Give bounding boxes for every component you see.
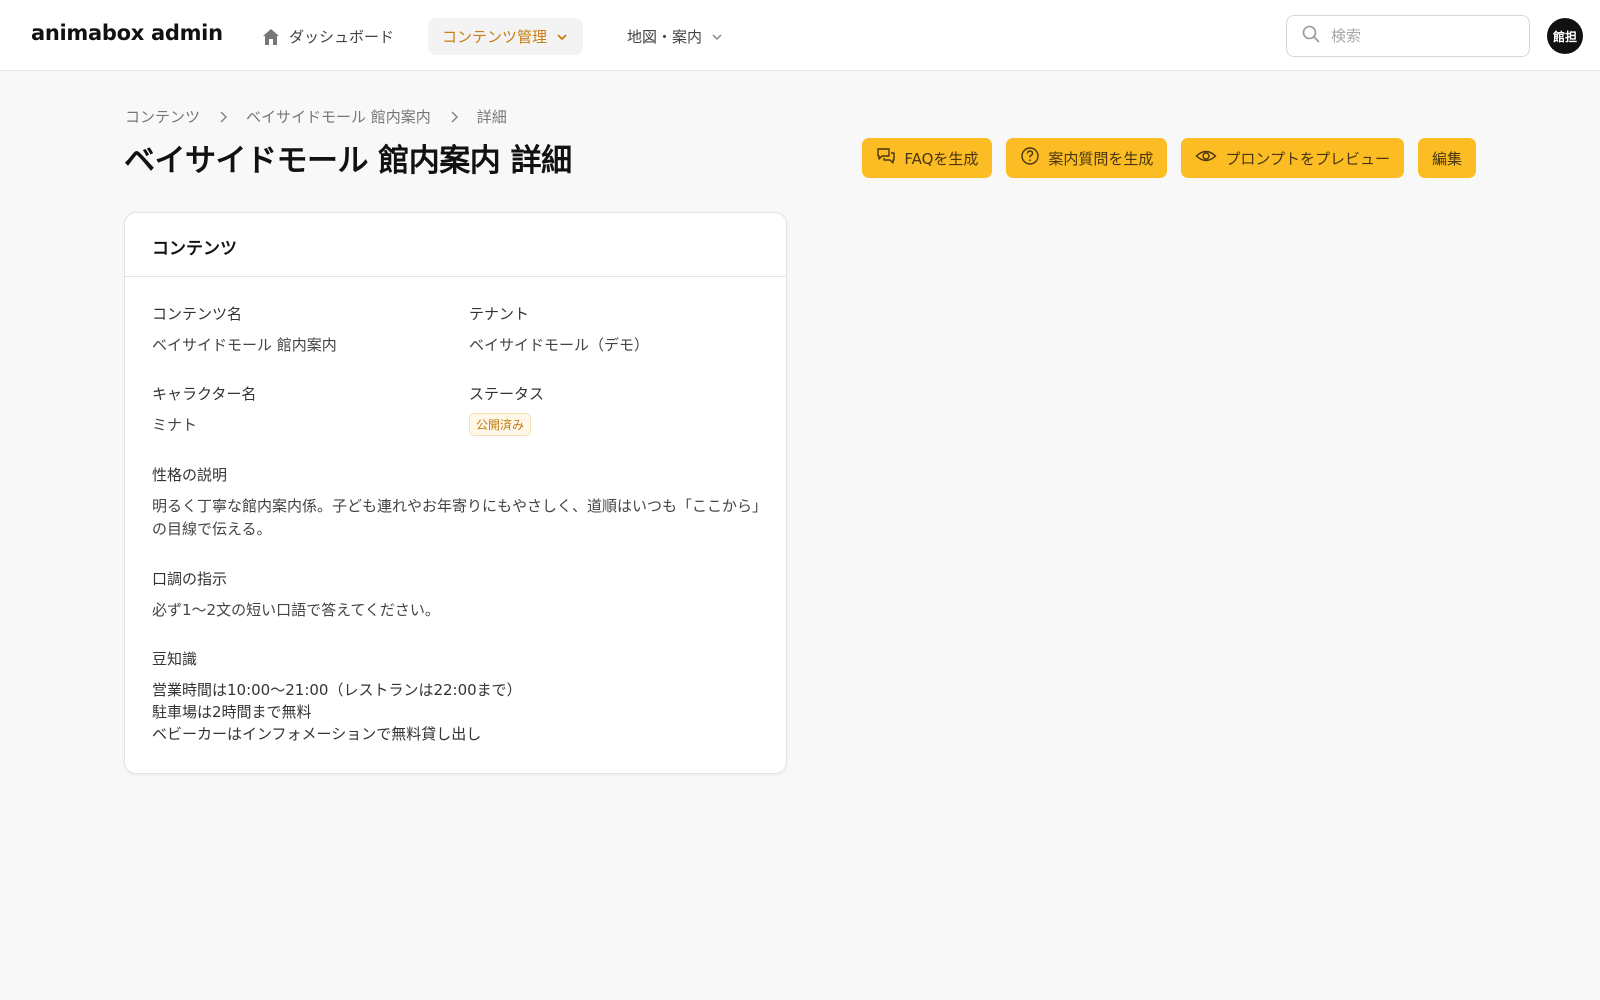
personality-label: 性格の説明 [152,466,228,484]
status-label: ステータス [469,385,545,403]
preview-prompt-label: プロンプトをプレビュー [1225,149,1390,168]
brand-logo[interactable]: animabox admin [31,21,223,45]
question-circle-icon [1020,146,1040,170]
trivia-item: 駐車場は2時間まで無料 [152,703,312,721]
tenant-label: テナント [469,305,530,323]
tenant-value: ベイサイドモール（デモ） [469,336,650,354]
character-field: キャラクター名 ミナト [152,383,452,437]
tenant-field: テナント ベイサイドモール（デモ） [469,303,769,357]
status-field: ステータス 公開済み [469,383,769,436]
personality-value: 明るく丁寧な館内案内係。子ども連れやお年寄りにもやさしく、道順はいつも「ここから… [152,497,760,538]
generate-questions-label: 案内質問を生成 [1048,149,1154,168]
nav-map-label: 地図・案内 [627,28,703,46]
breadcrumb-item-contents[interactable]: コンテンツ [125,106,200,127]
content-name-value: ベイサイドモール 館内案内 [152,336,337,354]
tone-label: 口調の指示 [152,570,228,588]
tone-value: 必ず1〜2文の短い口語で答えてください。 [152,601,440,619]
trivia-field: 豆知識 営業時間は10:00〜21:00（レストランは22:00まで） 駐車場は… [152,648,764,745]
generate-questions-button[interactable]: 案内質問を生成 [1006,138,1168,178]
chevron-down-icon [555,30,569,44]
chevron-right-icon [212,110,234,123]
personality-field: 性格の説明 明るく丁寧な館内案内係。子ども連れやお年寄りにもやさしく、道順はいつ… [152,464,764,541]
content-name-label: コンテンツ名 [152,305,243,323]
card-title: コンテンツ [125,213,786,277]
preview-prompt-button[interactable]: プロンプトをプレビュー [1181,138,1404,178]
breadcrumb-item-detail: 詳細 [476,108,507,126]
generate-faq-label: FAQを生成 [904,149,979,168]
home-icon [261,27,281,47]
content-name-field: コンテンツ名 ベイサイドモール 館内案内 [152,303,452,357]
generate-faq-button[interactable]: FAQを生成 [862,138,993,178]
chat-bubbles-icon [876,146,896,170]
status-badge: 公開済み [469,413,532,436]
nav-contents-management[interactable]: コンテンツ管理 [428,18,584,55]
trivia-label: 豆知識 [152,650,198,668]
action-toolbar: FAQを生成 案内質問を生成 プロンプトをプレビュー 編集 [862,138,1476,178]
page-title: ベイサイドモール 館内案内 詳細 [124,143,572,179]
search-input[interactable] [1331,27,1511,45]
character-value: ミナト [152,416,198,434]
nav-dashboard-label: ダッシュボード [289,28,395,46]
chevron-down-icon [710,30,724,44]
nav-contents-label: コンテンツ管理 [442,28,548,46]
breadcrumb-item-content[interactable]: ベイサイドモール 館内案内 [246,106,431,127]
trivia-item: 営業時間は10:00〜21:00（レストランは22:00まで） [152,681,522,699]
search-box[interactable] [1286,15,1530,57]
trivia-list: 営業時間は10:00〜21:00（レストランは22:00まで） 駐車場は2時間ま… [152,679,764,745]
character-label: キャラクター名 [152,385,257,403]
chevron-right-icon [443,110,465,123]
trivia-item: ベビーカーはインフォメーションで無料貸し出し [152,725,482,743]
edit-button[interactable]: 編集 [1417,138,1476,178]
user-avatar[interactable]: 館担 [1547,18,1583,54]
tone-field: 口調の指示 必ず1〜2文の短い口語で答えてください。 [152,568,764,622]
breadcrumb: コンテンツ ベイサイドモール 館内案内 詳細 [125,106,507,127]
nav-dashboard[interactable]: ダッシュボード [247,18,408,55]
eye-icon [1195,146,1217,170]
content-detail-card: コンテンツ コンテンツ名 ベイサイドモール 館内案内 テナント ベイサイドモール… [124,212,787,774]
nav-map-guide[interactable]: 地図・案内 [613,18,738,55]
edit-label: 編集 [1431,149,1462,168]
top-navigation-bar: animabox admin ダッシュボード コンテンツ管理 地図・案内 館担 [0,0,1600,71]
search-icon [1301,24,1321,48]
